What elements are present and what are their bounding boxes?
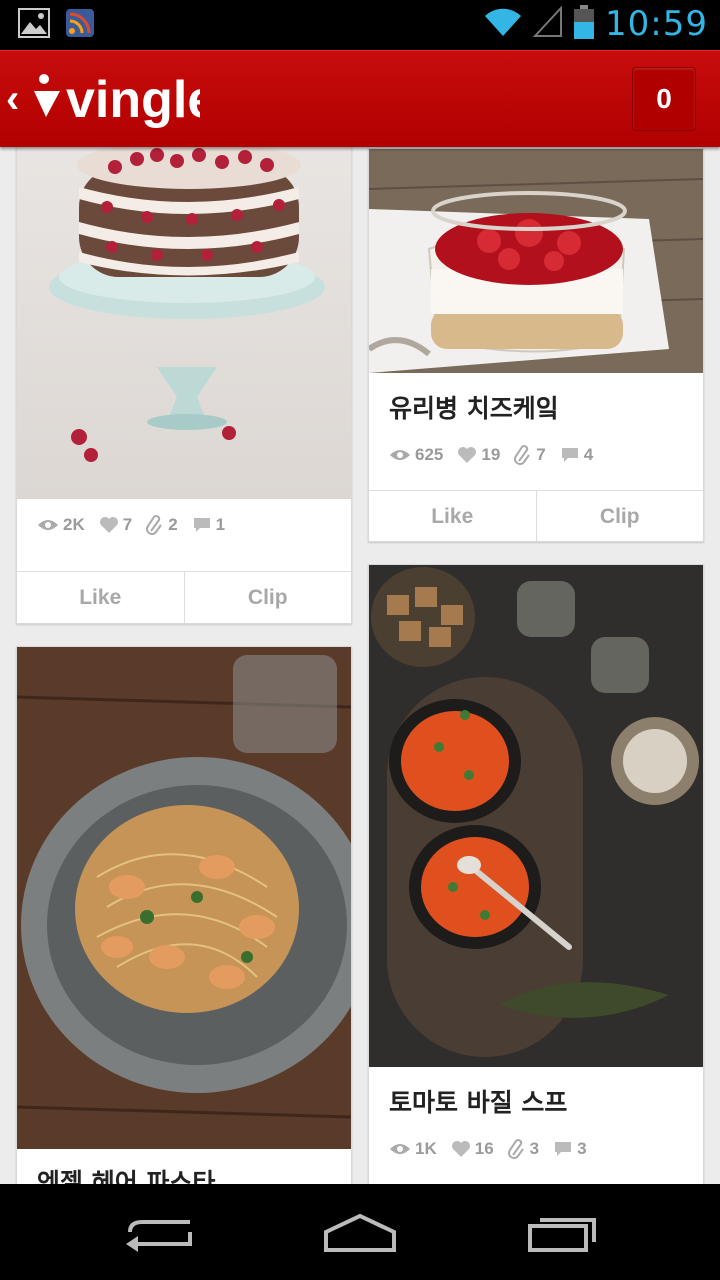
notification-counter-button[interactable]: 0 [632,67,696,131]
status-bar: 10:59 [0,0,720,50]
like-button[interactable]: Like [369,491,536,541]
soup-title[interactable]: 토마토 바질 스프 [389,1083,567,1119]
heart-icon [458,447,477,463]
system-navigation-bar [0,1184,720,1280]
card-soup[interactable]: 토마토 바질 스프 1K 16 3 3 [368,564,704,1184]
back-chevron-icon[interactable]: ‹ [6,77,19,122]
card-cheesecake[interactable]: 유리병 치즈케잌 625 19 7 4 Like Clip [368,148,704,542]
pavlova-cake-image[interactable] [17,146,351,499]
eye-icon [390,450,410,460]
pasta-title[interactable]: 엔젤 헤어 파스타 [37,1163,215,1184]
heart-icon [451,1141,470,1157]
pavlova-actions: Like Clip [17,571,352,623]
card-pavlova[interactable]: 2K 7 2 1 Like Clip [16,146,352,624]
angel-hair-pasta-image[interactable] [17,647,351,1149]
feed[interactable]: 2K 7 2 1 Like Clip 유리병 치즈케잌 625 19 7 4 L… [0,146,720,1184]
comment-icon [555,1142,572,1156]
eye-icon [38,520,58,530]
clock: 10:59 [605,4,708,44]
rss-notification-icon [66,9,94,42]
home-nav-icon[interactable] [322,1212,398,1259]
vingle-logo[interactable]: vingle [30,65,216,140]
cheesecake-stats: 625 19 7 4 [389,445,603,465]
gallery-notification-icon [18,8,50,43]
clip-button[interactable]: Clip [183,572,352,623]
paperclip-icon [146,515,163,535]
recent-apps-nav-icon[interactable] [526,1212,598,1257]
paperclip-icon [514,445,531,465]
cheesecake-actions: Like Clip [369,490,704,541]
battery-icon [573,4,595,44]
clip-button[interactable]: Clip [535,491,704,541]
comment-icon [193,518,210,532]
cheesecake-jar-image[interactable] [369,149,703,373]
heart-icon [99,517,118,533]
soup-stats: 1K 16 3 3 [389,1139,597,1159]
signal-icon [532,4,563,43]
app-bar: ‹ vingle 0 [0,50,720,147]
comment-icon [561,448,578,462]
wifi-icon [483,6,523,43]
svg-text:vingle: vingle [66,71,200,129]
pavlova-stats: 2K 7 2 1 [37,515,235,535]
cheesecake-title[interactable]: 유리병 치즈케잌 [389,389,559,425]
card-pasta[interactable]: 엔젤 헤어 파스타 [16,646,352,1184]
paperclip-icon [507,1139,524,1159]
like-button[interactable]: Like [17,572,184,623]
counter-value: 0 [656,83,672,114]
back-nav-icon[interactable] [124,1212,196,1257]
tomato-basil-soup-image[interactable] [369,565,703,1067]
eye-icon [390,1144,410,1154]
